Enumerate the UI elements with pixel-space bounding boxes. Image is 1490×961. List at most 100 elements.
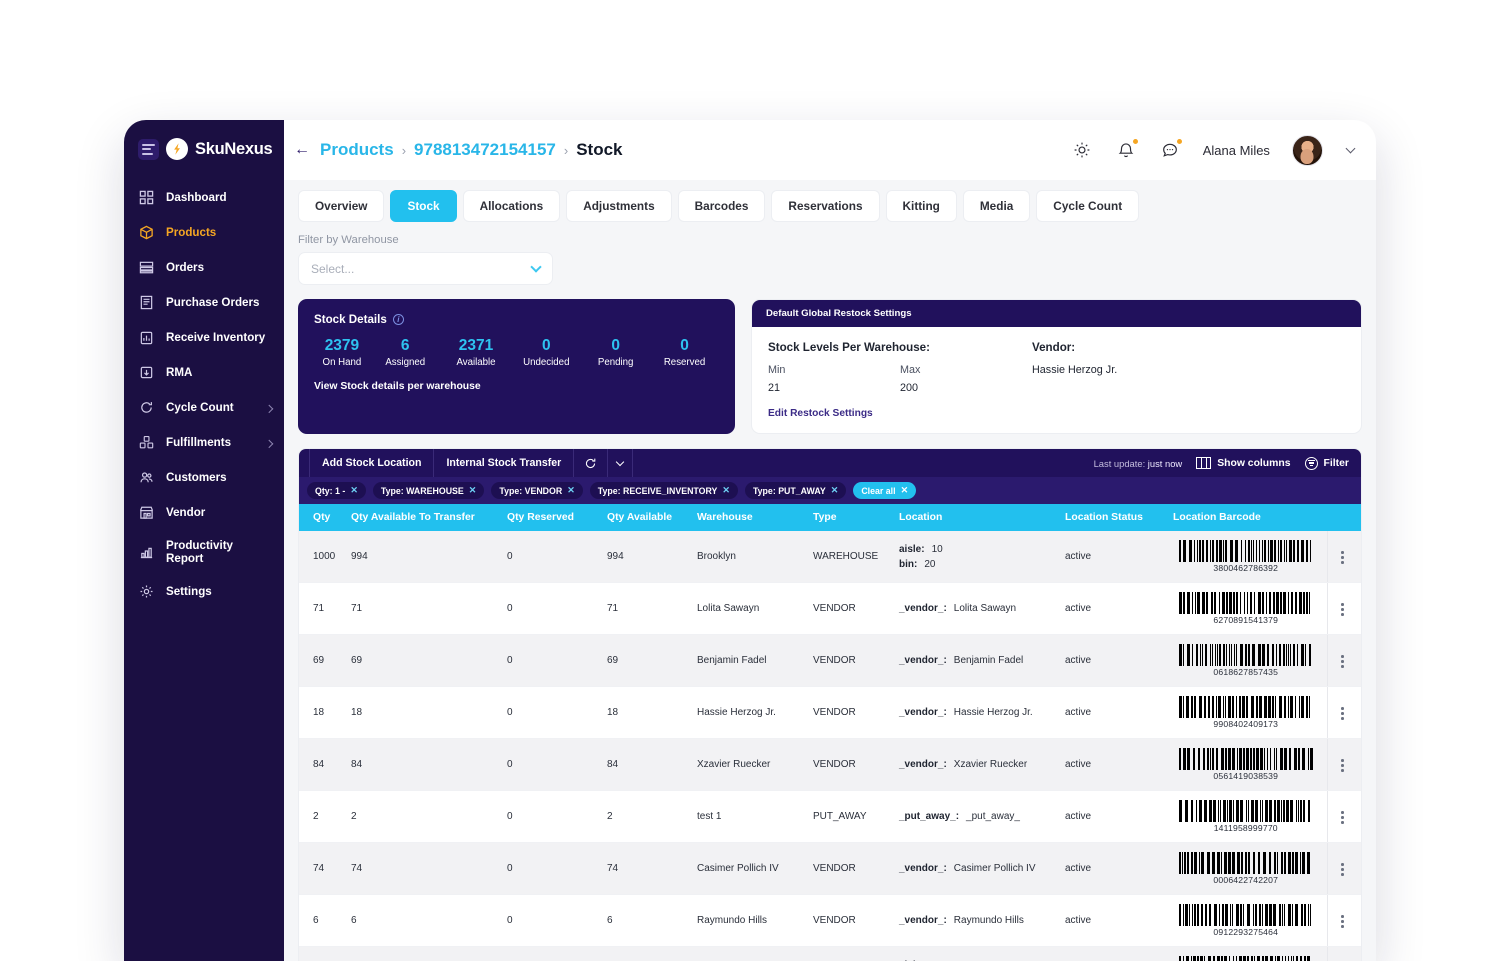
cell-qty-available: 18	[607, 686, 697, 739]
sidebar-item-settings[interactable]: Settings	[124, 574, 284, 609]
avatar[interactable]	[1291, 134, 1323, 166]
tab-barcodes[interactable]: Barcodes	[677, 190, 766, 222]
breadcrumb-sku[interactable]: 978813472154157	[414, 140, 556, 160]
bell-icon[interactable]	[1115, 138, 1139, 161]
filter-chip-type-warehouse[interactable]: Type: WAREHOUSE ✕	[372, 482, 485, 499]
col-location[interactable]: Location	[899, 504, 1065, 531]
tab-overview[interactable]: Overview	[298, 190, 385, 222]
view-stock-per-warehouse-link[interactable]: View Stock details per warehouse	[314, 381, 719, 392]
col-location-barcode[interactable]: Location Barcode	[1173, 504, 1327, 531]
kebab-menu-icon[interactable]	[1337, 755, 1348, 776]
chip-label: Type: WAREHOUSE	[380, 485, 464, 496]
kebab-menu-icon[interactable]	[1337, 703, 1348, 724]
sidebar-item-purchase-orders[interactable]: Purchase Orders	[124, 285, 284, 320]
sidebar-item-rma[interactable]: RMA	[124, 355, 284, 390]
filter-icon	[1304, 456, 1318, 470]
show-columns-button[interactable]: Show columns	[1196, 457, 1291, 469]
refresh-dropdown-button[interactable]	[608, 449, 634, 477]
col-qty-reserved[interactable]: Qty Reserved	[507, 504, 607, 531]
col-location-status[interactable]: Location Status	[1065, 504, 1173, 531]
tab-allocations[interactable]: Allocations	[462, 190, 561, 222]
table-row[interactable]: 1000 994 0 994 Brooklyn WAREHOUSE aisle: 10 bin:…	[299, 531, 1361, 583]
filter-chip-type-receive-inventory[interactable]: Type: RECEIVE_INVENTORY ✕	[589, 482, 738, 499]
col-warehouse[interactable]: Warehouse	[697, 504, 813, 531]
col-qty[interactable]: Qty	[299, 504, 351, 531]
sidebar-item-productivity-report[interactable]: Productivity Report	[124, 530, 284, 574]
kebab-menu-icon[interactable]	[1337, 807, 1348, 828]
sidebar-item-label: RMA	[166, 366, 193, 379]
sidebar-item-cycle-count[interactable]: Cycle Count	[124, 390, 284, 425]
table-row[interactable]: 69 69 0 69 Benjamin Fadel VENDOR _vendor_: Benj…	[299, 634, 1361, 687]
hamburger-icon[interactable]	[138, 138, 159, 160]
location-pair: bin: 20	[899, 559, 1057, 570]
table-row[interactable]: 6 6 0 6 Raymundo Hills VENDOR _vendor_: Raymund…	[299, 894, 1361, 947]
kebab-menu-icon[interactable]	[1337, 547, 1348, 568]
sun-icon[interactable]	[1071, 139, 1093, 161]
cell-qty: 1000	[299, 946, 351, 961]
table-row[interactable]: 18 18 0 18 Hassie Herzog Jr. VENDOR _vendor_: H…	[299, 686, 1361, 739]
clear-all-chip[interactable]: Clear all ✕	[853, 482, 917, 499]
table-row[interactable]: 1000100001000QueensWAREHOUSEaisle:10bin:…	[299, 946, 1361, 961]
cell-qty-reserved: 0	[507, 894, 607, 947]
cell-qty-available-to-transfer: 1000	[351, 946, 507, 961]
table-row[interactable]: 74 74 0 74 Casimer Pollich IV VENDOR _vendor_:…	[299, 842, 1361, 895]
sidebar-item-label: Customers	[166, 471, 227, 484]
close-icon[interactable]: ✕	[469, 485, 477, 496]
barcode-number: 0006422742207	[1213, 875, 1279, 885]
back-arrow-icon[interactable]: ←	[294, 142, 310, 158]
sidebar-item-customers[interactable]: Customers	[124, 460, 284, 495]
sidebar-item-orders[interactable]: Orders	[124, 250, 284, 285]
tab-cycle-count[interactable]: Cycle Count	[1036, 190, 1140, 222]
chat-bubble-icon[interactable]	[1159, 138, 1183, 161]
sidebar-item-products[interactable]: Products	[124, 215, 284, 250]
table-row[interactable]: 71 71 0 71 Lolita Sawayn VENDOR _vendor_: Lolit…	[299, 582, 1361, 635]
sidebar-item-receive-inventory[interactable]: Receive Inventory	[124, 320, 284, 355]
tab-kitting[interactable]: Kitting	[885, 190, 957, 222]
col-qty-available[interactable]: Qty Available	[607, 504, 697, 531]
tab-media[interactable]: Media	[962, 190, 1031, 222]
sidebar-item-label: Vendor	[166, 506, 206, 519]
table-row[interactable]: 2 2 0 2 test 1 PUT_AWAY _put_away_: _put_away_ a…	[299, 790, 1361, 843]
location-pair: _vendor_: Benjamin Fadel	[899, 655, 1057, 666]
cell-qty-available-to-transfer: 6	[351, 894, 507, 947]
min-label: Min	[768, 364, 786, 376]
metric-label: On Hand	[322, 356, 362, 368]
close-icon[interactable]: ✕	[350, 485, 358, 496]
add-stock-location-button[interactable]: Add Stock Location	[309, 449, 435, 477]
internal-stock-transfer-button[interactable]: Internal Stock Transfer	[434, 449, 575, 477]
tab-adjustments[interactable]: Adjustments	[566, 190, 672, 222]
filter-chip-type-put-away[interactable]: Type: PUT_AWAY ✕	[744, 482, 847, 499]
kebab-menu-icon[interactable]	[1337, 859, 1348, 880]
table-row[interactable]: 84 84 0 84 Xzavier Ruecker VENDOR _vendor_: Xza…	[299, 738, 1361, 791]
metric-value: 2379	[324, 337, 360, 354]
close-icon[interactable]: ✕	[722, 485, 730, 496]
info-icon[interactable]: i	[392, 314, 404, 325]
filter-button[interactable]: Filter	[1304, 456, 1349, 470]
cell-warehouse: Xzavier Ruecker	[697, 738, 813, 791]
cell-qty: 18	[299, 686, 351, 739]
col-qty-available-to-transfer[interactable]: Qty Available To Transfer	[351, 504, 507, 531]
chevron-down-icon[interactable]	[1345, 143, 1356, 154]
close-icon[interactable]: ✕	[567, 485, 575, 496]
filter-chip-type-vendor[interactable]: Type: VENDOR ✕	[491, 482, 583, 499]
cell-location-barcode: 9908402409173	[1173, 686, 1327, 739]
tab-reservations[interactable]: Reservations	[771, 190, 880, 222]
filter-chip-qty[interactable]: Qty: 1 - ✕	[307, 482, 366, 499]
kebab-menu-icon[interactable]	[1337, 911, 1348, 932]
col-type[interactable]: Type	[813, 504, 899, 531]
breadcrumb-products[interactable]: Products	[320, 140, 394, 160]
document-list-icon	[138, 294, 155, 311]
sidebar-item-vendor[interactable]: Vendor	[124, 495, 284, 530]
warehouse-select[interactable]: Select...	[298, 252, 553, 285]
close-icon[interactable]: ✕	[901, 485, 909, 496]
sidebar-item-fulfillments[interactable]: Fulfillments	[124, 425, 284, 460]
refresh-icon[interactable]	[574, 449, 609, 477]
edit-restock-settings-link[interactable]: Edit Restock Settings	[768, 408, 873, 419]
kebab-menu-icon[interactable]	[1337, 651, 1348, 672]
kebab-menu-icon[interactable]	[1337, 599, 1348, 620]
tab-stock[interactable]: Stock	[390, 190, 457, 222]
vendor-value: Hassie Herzog Jr.	[1032, 364, 1118, 376]
sidebar-item-dashboard[interactable]: Dashboard	[124, 180, 284, 215]
cell-location-barcode: 0618627857435	[1173, 634, 1327, 687]
close-icon[interactable]: ✕	[831, 485, 839, 496]
